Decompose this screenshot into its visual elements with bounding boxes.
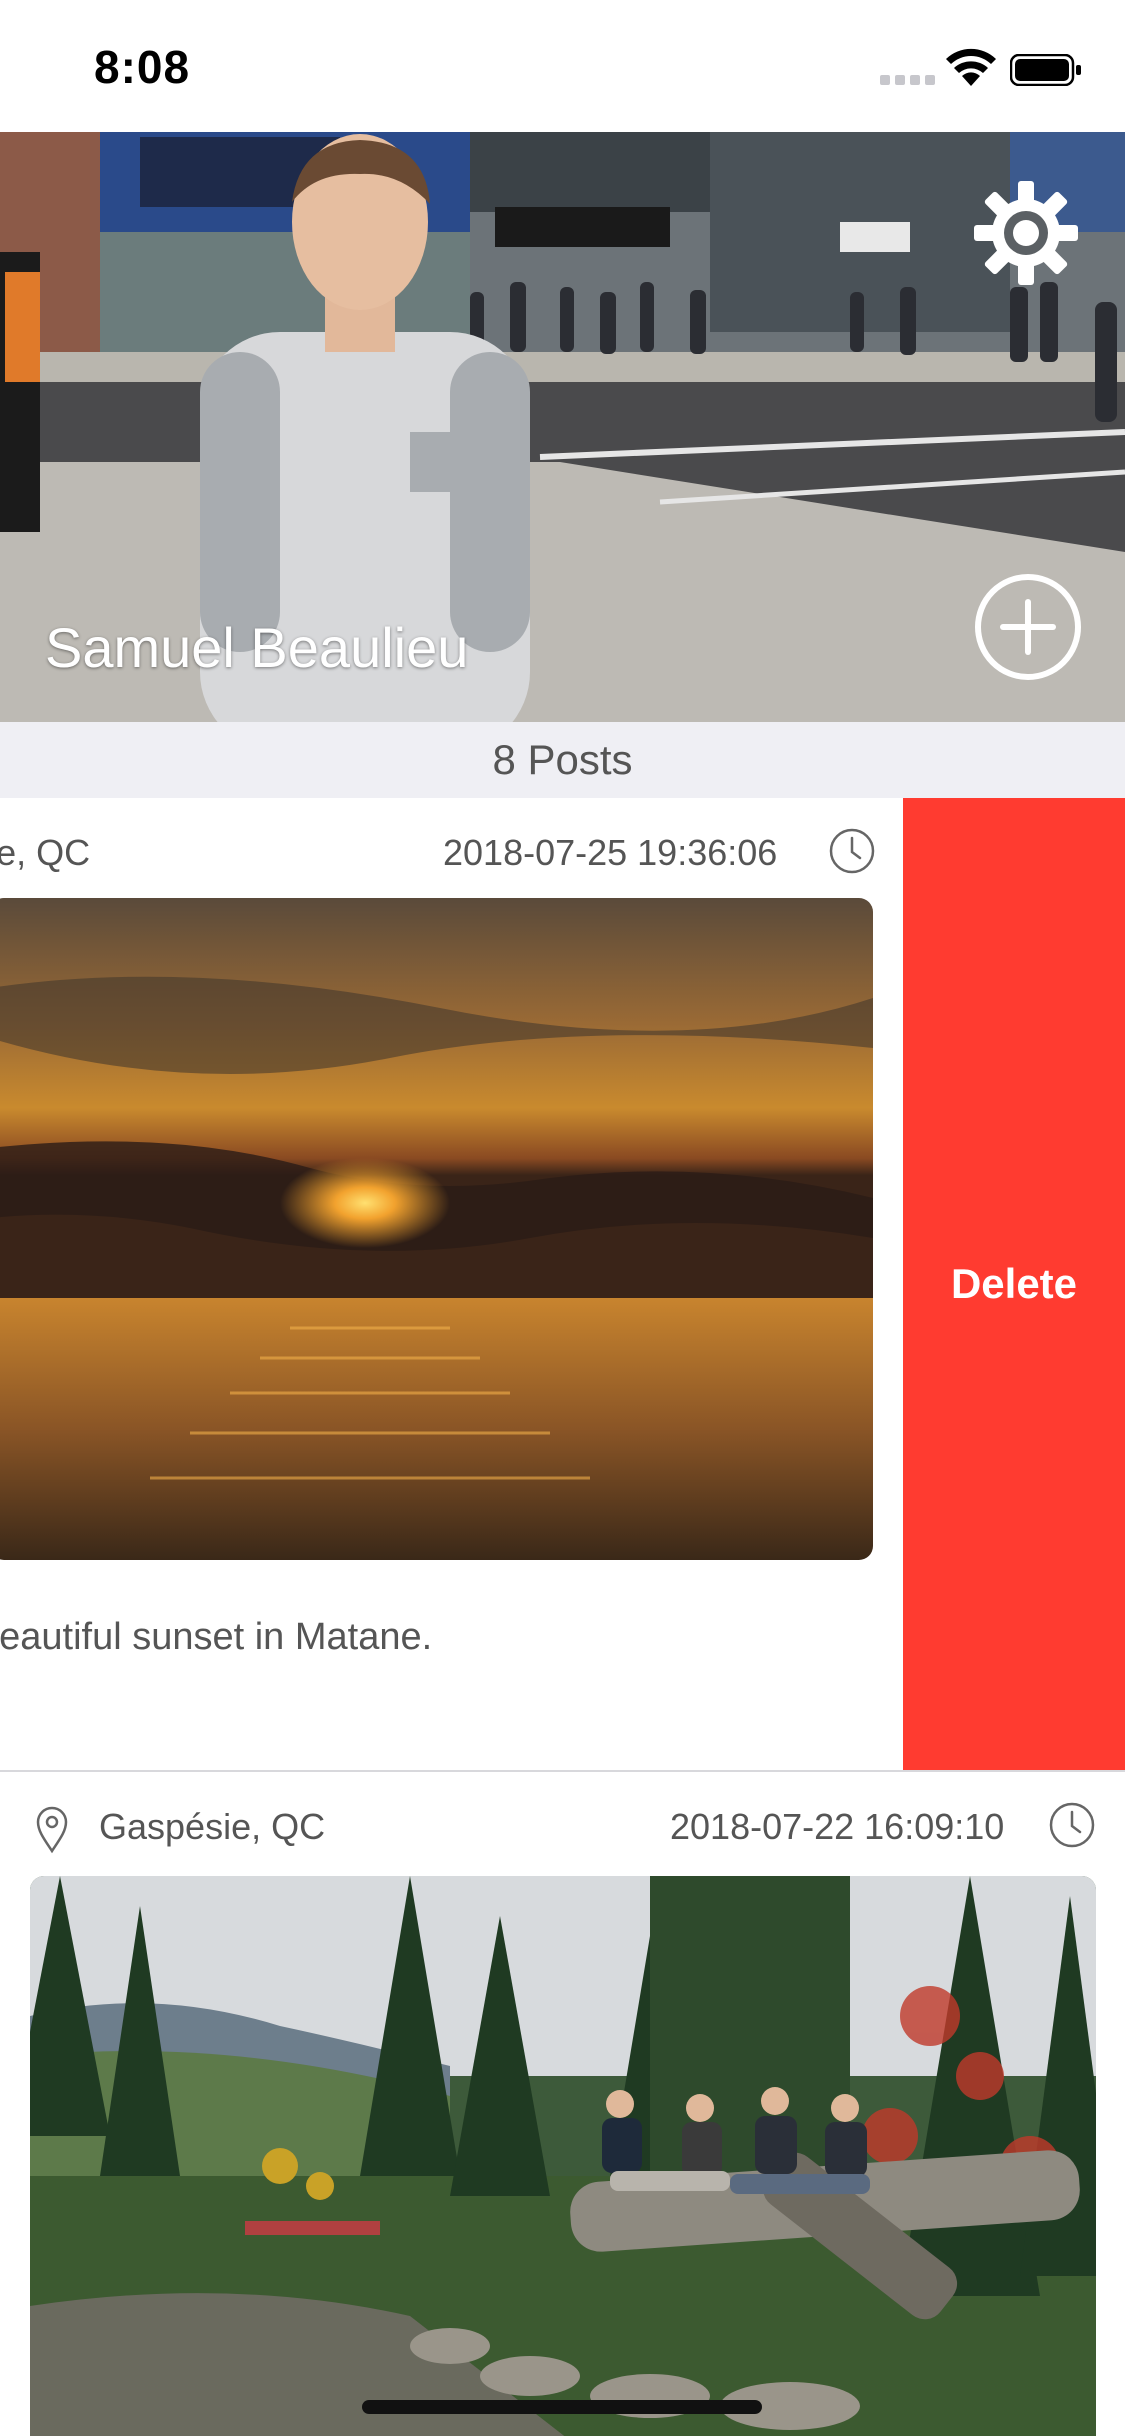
profile-header: Samuel Beaulieu [0,132,1125,722]
post-card[interactable]: Gaspésie, QC 2018-07-22 16:09:10 [0,1770,1125,2436]
post-photo[interactable] [30,1876,1096,2436]
forest-river-photo [30,1876,1096,2436]
posts-count-bar: 8 Posts [0,722,1125,798]
battery-icon [1010,54,1081,86]
posts-count: 8 Posts [492,736,633,783]
clock-icon [829,828,875,874]
gear-icon[interactable] [970,177,1082,289]
profile-name: Samuel Beaulieu [45,616,469,679]
post-photo[interactable] [0,898,873,1560]
post-location: Gaspésie, QC [99,1806,326,1847]
cellular-signal-icon [880,75,935,85]
location-pin-icon [36,1806,68,1854]
post-caption: beautiful sunset in Matane. [0,1616,433,1658]
home-indicator[interactable] [362,2400,762,2414]
wifi-icon [946,48,996,86]
delete-button[interactable]: Delete [903,798,1125,1770]
post-timestamp: 2018-07-22 16:09:10 [670,1806,1005,1847]
post-card[interactable]: onne, QC 2018-07-25 19:36:06 [0,798,903,1770]
sunset-photo [0,898,873,1560]
post-location: onne, QC [0,832,91,873]
post-timestamp: 2018-07-25 19:36:06 [443,832,778,873]
delete-label: Delete [950,1260,1078,1307]
plus-circle-icon[interactable] [973,572,1083,682]
clock-icon [1049,1802,1095,1848]
status-time: 8:08 [94,41,191,93]
status-bar: 8:08 [0,0,1125,132]
